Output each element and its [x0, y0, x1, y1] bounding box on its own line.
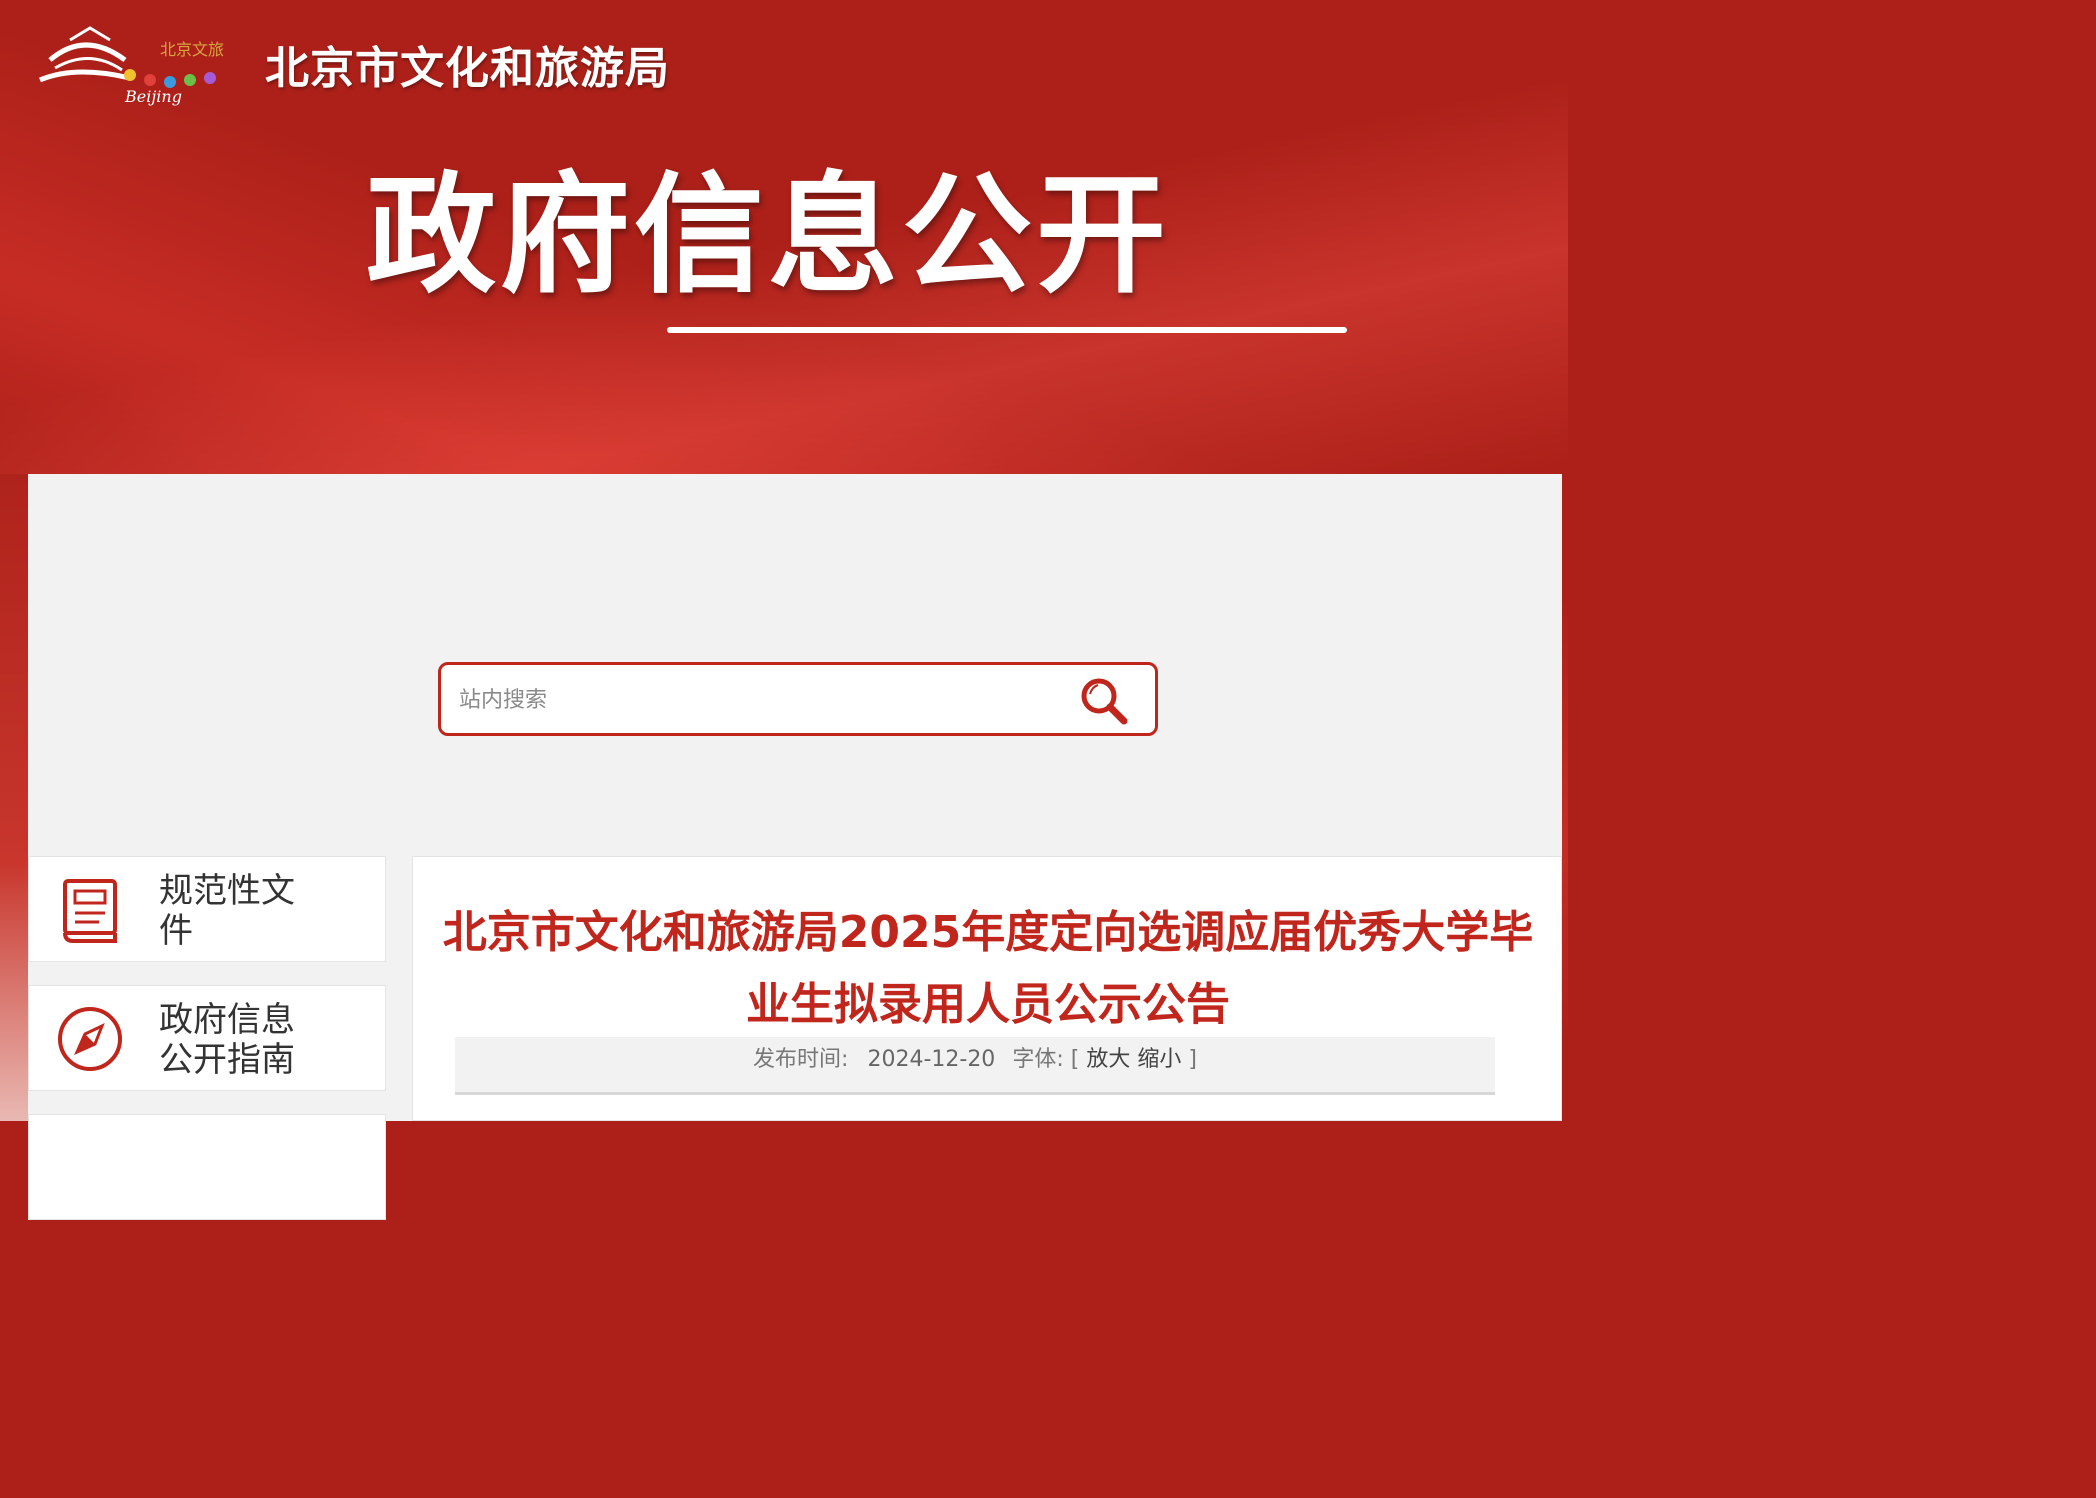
- font-enlarge-link[interactable]: 放大: [1086, 1047, 1130, 1072]
- compass-icon: [58, 1007, 122, 1071]
- article-title: 北京市文化和旅游局2025年度定向选调应届优秀大学毕业生拟录用人员公示公告: [442, 907, 1534, 1030]
- banner-title: 政府信息公开: [366, 159, 1171, 311]
- sidebar-item-label: 政府信息公开指南: [159, 1000, 295, 1080]
- search-icon: [1081, 678, 1128, 725]
- bracket-open: [: [1070, 1047, 1080, 1072]
- publish-date: 2024-12-20: [867, 1047, 996, 1072]
- search-button[interactable]: [1077, 675, 1133, 727]
- sidebar-item-disclosure-guide[interactable]: 政府信息公开指南: [28, 985, 386, 1091]
- sidebar-item-normative-documents[interactable]: 规范性文件: [28, 856, 386, 962]
- sidebar-item-partial[interactable]: [28, 1114, 386, 1220]
- font-shrink-link[interactable]: 缩小: [1137, 1047, 1181, 1072]
- publish-label: 发布时间:: [753, 1047, 849, 1072]
- article-meta: 发布时间: 2024-12-20 字体: [ 放大 缩小 ]: [455, 1037, 1495, 1095]
- site-name[interactable]: 北京市文化和旅游局: [265, 32, 670, 96]
- article-panel: 北京市文化和旅游局2025年度定向选调应届优秀大学毕业生拟录用人员公示公告 发布…: [412, 856, 1562, 1121]
- beijing-logo[interactable]: 北京文旅 Beijing: [30, 20, 240, 110]
- bracket-close: ]: [1188, 1047, 1197, 1072]
- search-input[interactable]: [459, 683, 1059, 717]
- logo-text: Beijing: [124, 87, 182, 106]
- left-decoration-strip: [0, 474, 28, 1121]
- font-size-label: 字体:: [1012, 1047, 1064, 1072]
- title-underline: [667, 327, 1347, 333]
- sidebar-item-label: 规范性文件: [159, 871, 295, 951]
- logo-tag: 北京文旅: [160, 40, 224, 59]
- document-icon: [63, 879, 117, 943]
- search-box: [438, 662, 1158, 736]
